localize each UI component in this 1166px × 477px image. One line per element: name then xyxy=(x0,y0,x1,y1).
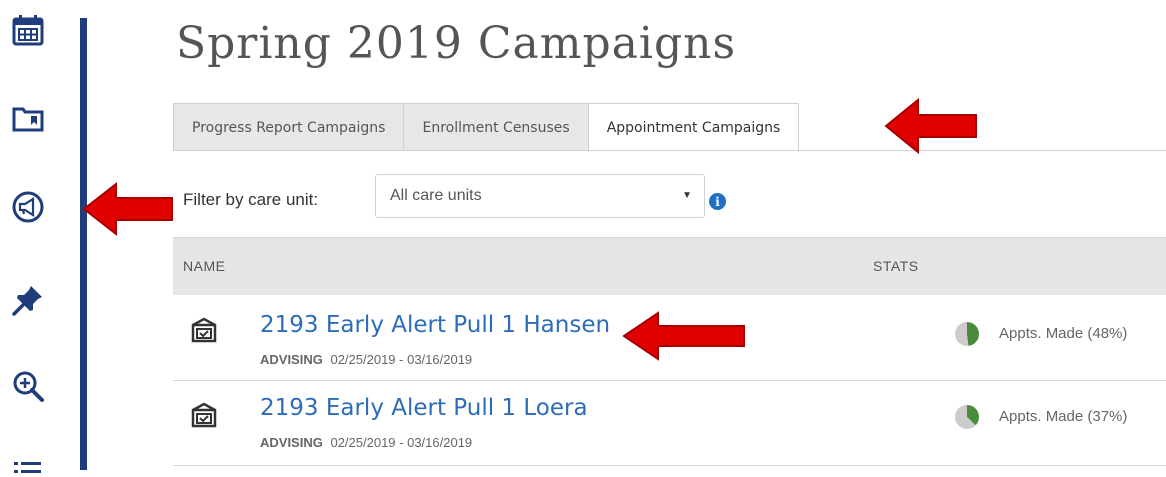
tab-appointment-campaigns[interactable]: Appointment Campaigns xyxy=(587,103,800,152)
chevron-down-icon: ▼ xyxy=(682,190,692,201)
left-nav-rail xyxy=(0,0,60,477)
info-icon[interactable]: i xyxy=(709,193,726,210)
list-icon[interactable] xyxy=(8,452,48,477)
table-header: NAME STATS xyxy=(173,237,1166,295)
campaign-meta: ADVISING 02/25/2019 - 03/16/2019 xyxy=(260,435,472,450)
campaign-category: ADVISING xyxy=(260,352,323,367)
tab-bar: Progress Report Campaigns Enrollment Cen… xyxy=(173,103,800,152)
care-unit-select[interactable]: All care units ▼ xyxy=(375,174,705,218)
campaign-meta: ADVISING 02/25/2019 - 03/16/2019 xyxy=(260,352,472,367)
folder-icon[interactable] xyxy=(8,98,48,138)
campaign-box-icon xyxy=(191,402,217,428)
pin-icon[interactable] xyxy=(8,280,48,320)
stat-label: Appts. Made (37%) xyxy=(999,408,1128,425)
campaign-category: ADVISING xyxy=(260,435,323,450)
campaign-dates: 02/25/2019 - 03/16/2019 xyxy=(330,352,473,367)
tab-progress-report-campaigns[interactable]: Progress Report Campaigns xyxy=(173,103,405,151)
column-header-name[interactable]: NAME xyxy=(183,258,225,274)
annotation-arrow-left-icon xyxy=(622,311,745,361)
campaign-link[interactable]: 2193 Early Alert Pull 1 Hansen xyxy=(260,312,610,338)
table-row: 2193 Early Alert Pull 1 Loera ADVISING 0… xyxy=(173,381,1166,466)
column-header-stats[interactable]: STATS xyxy=(873,258,919,274)
care-unit-select-value: All care units xyxy=(390,187,482,204)
tab-underline xyxy=(173,150,1166,151)
filter-label: Filter by care unit: xyxy=(183,190,319,209)
campaign-dates: 02/25/2019 - 03/16/2019 xyxy=(330,435,473,450)
tab-enrollment-censuses[interactable]: Enrollment Censuses xyxy=(403,103,589,151)
zoom-in-icon[interactable] xyxy=(8,366,48,406)
annotation-arrow-left-icon xyxy=(82,181,173,237)
annotation-arrow-left-icon xyxy=(884,97,977,155)
calendar-icon[interactable] xyxy=(8,10,48,50)
stat-label: Appts. Made (48%) xyxy=(999,325,1128,342)
page-title: Spring 2019 Campaigns xyxy=(176,18,737,69)
stat-pie xyxy=(955,405,979,429)
rail-divider xyxy=(80,18,87,470)
stat-pie xyxy=(955,322,979,346)
campaign-link[interactable]: 2193 Early Alert Pull 1 Loera xyxy=(260,395,588,421)
campaign-box-icon xyxy=(191,317,217,343)
megaphone-icon[interactable] xyxy=(8,187,48,227)
